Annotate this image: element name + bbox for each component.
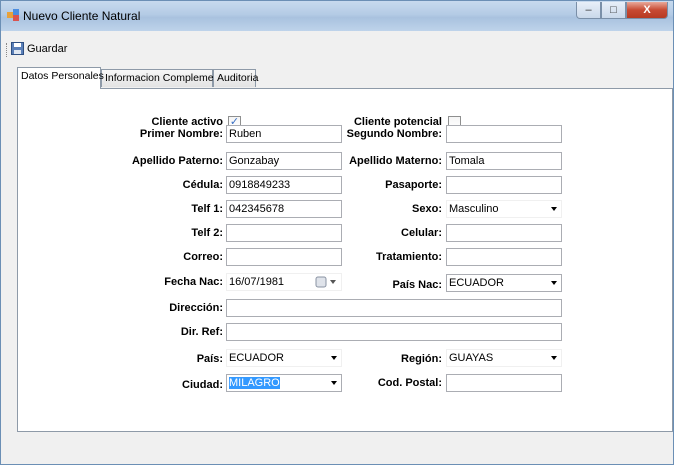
save-label: Guardar (27, 42, 68, 55)
fecha-nac-label: Fecha Nac: (164, 276, 223, 288)
tab-panel-datos-personales: Cliente activo ✓ Cliente potencial Prime… (17, 88, 673, 432)
cedula-label: Cédula: (182, 179, 223, 191)
apellido-materno-input[interactable]: Tomala (446, 152, 562, 170)
cliente-potencial-label: Cliente potencial (353, 116, 442, 128)
tratamiento-label: Tratamiento: (375, 251, 442, 263)
cliente-activo-label: Cliente activo (151, 116, 223, 128)
cod-postal-input[interactable] (446, 374, 562, 392)
pasaporte-input[interactable] (446, 176, 562, 194)
pais-select[interactable]: ECUADOR (226, 349, 342, 367)
region-select[interactable]: GUAYAS (446, 349, 562, 367)
correo-input[interactable] (226, 248, 342, 266)
telf2-label: Telf 2: (191, 227, 223, 239)
pais-nac-label: País Nac: (392, 279, 442, 291)
close-button[interactable]: X (626, 2, 668, 19)
region-value: GUAYAS (449, 352, 494, 364)
dropdown-arrow-icon (331, 356, 337, 360)
apellido-paterno-input[interactable]: Gonzabay (226, 152, 342, 170)
celular-input[interactable] (446, 224, 562, 242)
calendar-icon[interactable] (315, 276, 337, 288)
fecha-nac-value: 16/07/1981 (229, 276, 285, 288)
celular-label: Celular: (401, 227, 442, 239)
primer-nombre-input[interactable]: Ruben (226, 125, 342, 143)
sexo-label: Sexo: (412, 203, 442, 215)
apellido-materno-label: Apellido Materno: (349, 155, 442, 167)
dropdown-arrow-icon (331, 381, 337, 385)
minimize-button[interactable]: – (576, 2, 601, 19)
toolbar-grip[interactable] (6, 43, 9, 57)
ciudad-label: Ciudad: (182, 379, 223, 391)
tab-auditoria[interactable]: Auditoria (213, 69, 258, 87)
main-window: Nuevo Cliente Natural – □ X Guardar Dato… (0, 0, 674, 465)
pais-nac-select[interactable]: ECUADOR (446, 274, 562, 292)
app-icon (7, 9, 19, 21)
sexo-select[interactable]: Masculino (446, 200, 562, 218)
title-bar[interactable]: Nuevo Cliente Natural – □ X (1, 1, 673, 31)
tab-informacion-complementaria[interactable]: Informacion Complementaria (101, 69, 240, 87)
cod-postal-label: Cod. Postal: (377, 377, 442, 389)
tratamiento-input[interactable] (446, 248, 562, 266)
ciudad-select[interactable]: MILAGRO (226, 374, 342, 392)
dropdown-arrow-icon (551, 281, 557, 285)
segundo-nombre-label: Segundo Nombre: (346, 128, 442, 140)
segundo-nombre-input[interactable] (446, 125, 562, 143)
pais-nac-value: ECUADOR (449, 277, 505, 289)
save-icon (11, 42, 24, 55)
pais-label: País: (196, 353, 223, 365)
pais-value: ECUADOR (229, 352, 285, 364)
correo-label: Correo: (183, 251, 223, 263)
direccion-input[interactable] (226, 299, 562, 317)
dir-ref-label: Dir. Ref: (180, 326, 223, 338)
sexo-value: Masculino (449, 203, 499, 215)
telf2-input[interactable] (226, 224, 342, 242)
region-label: Región: (401, 353, 442, 365)
telf1-input[interactable]: 042345678 (226, 200, 342, 218)
window-controls: – □ X (576, 2, 668, 19)
dropdown-arrow-icon (551, 356, 557, 360)
primer-nombre-label: Primer Nombre: (139, 128, 223, 140)
toolbar: Guardar (1, 39, 673, 61)
tab-datos-personales[interactable]: Datos Personales (17, 67, 104, 89)
dropdown-arrow-icon (551, 207, 557, 211)
cedula-input[interactable]: 0918849233 (226, 176, 342, 194)
window-title: Nuevo Cliente Natural (23, 9, 141, 23)
ciudad-value: MILAGRO (229, 377, 280, 389)
maximize-button[interactable]: □ (601, 2, 626, 19)
fecha-nac-datepicker[interactable]: 16/07/1981 (226, 273, 342, 291)
pasaporte-label: Pasaporte: (385, 179, 442, 191)
direccion-label: Dirección: (169, 302, 223, 314)
telf1-label: Telf 1: (191, 203, 223, 215)
dir-ref-input[interactable] (226, 323, 562, 341)
apellido-paterno-label: Apellido Paterno: (131, 155, 223, 167)
save-button[interactable]: Guardar (11, 42, 67, 55)
